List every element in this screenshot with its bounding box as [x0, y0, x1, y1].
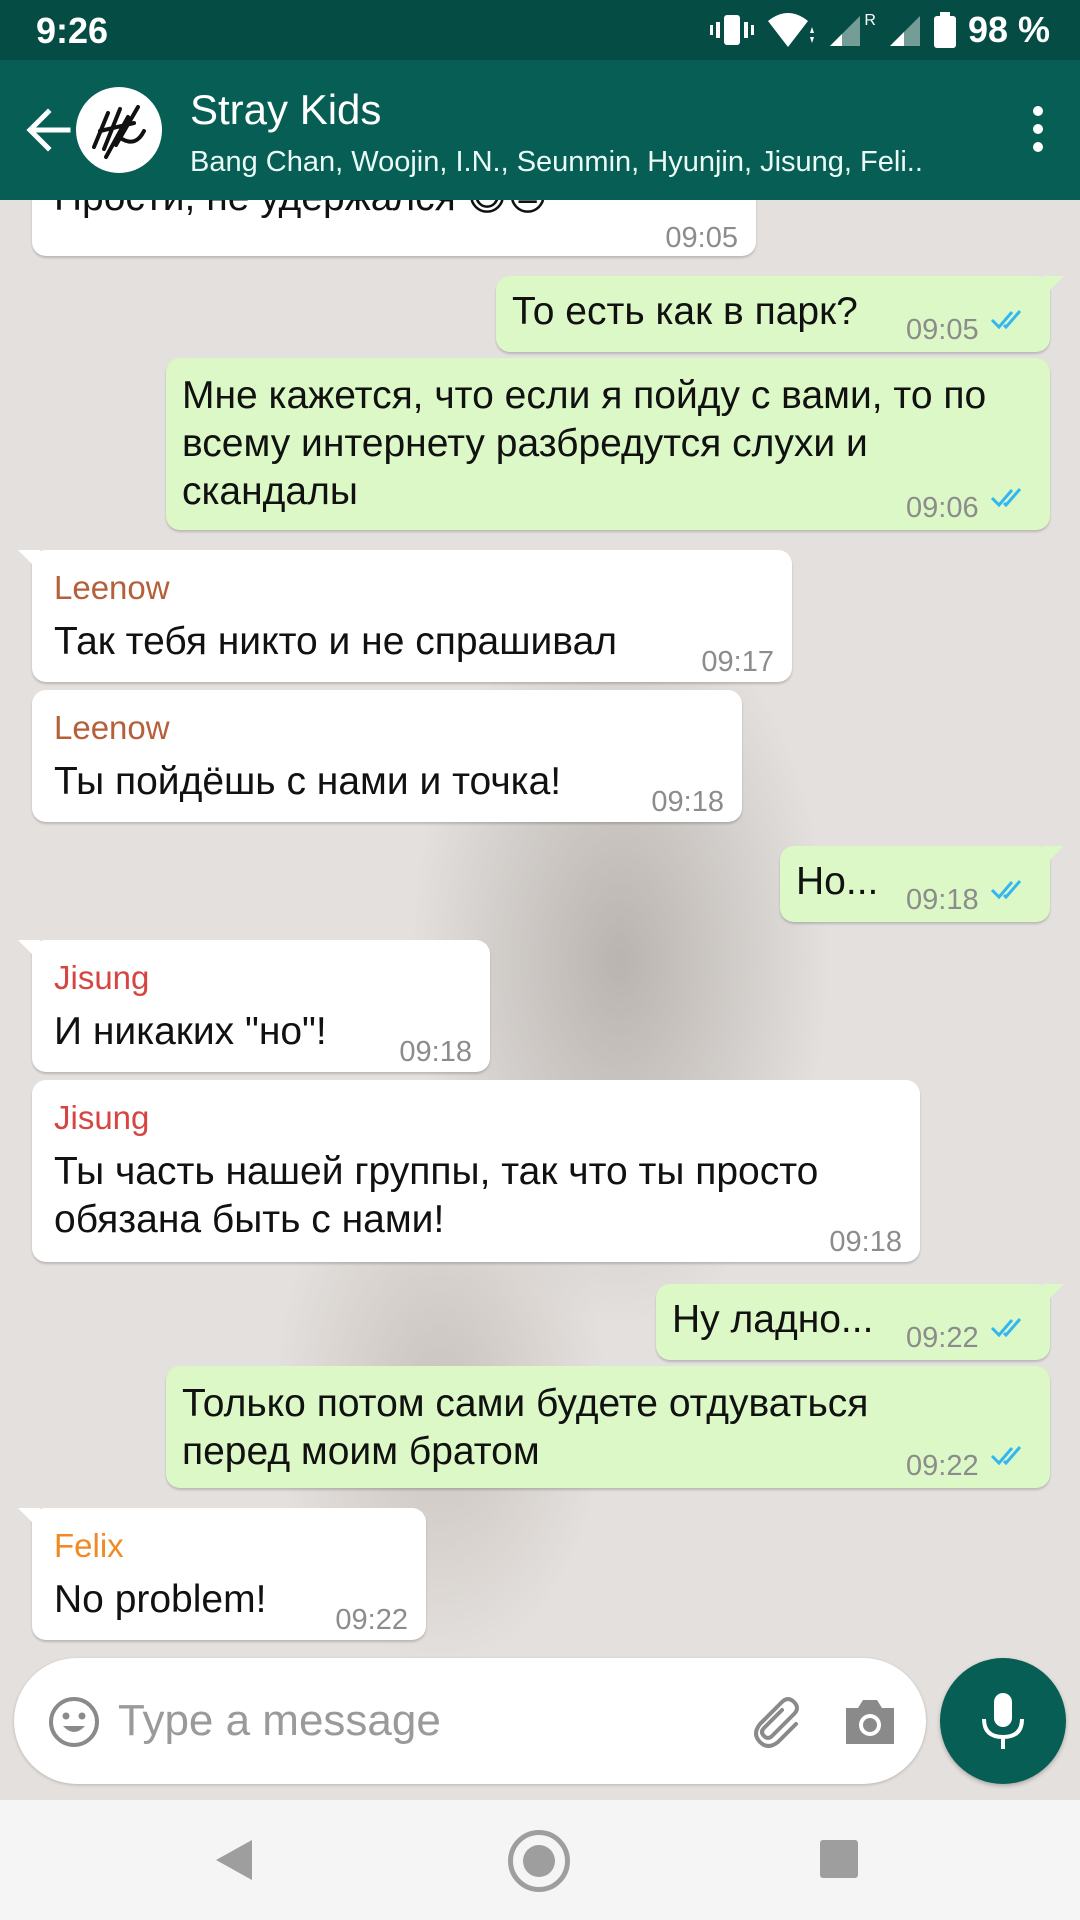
message-bubble[interactable]: Ну ладно... 09:22: [656, 1284, 1064, 1360]
message-sender: Jisung: [54, 1099, 150, 1136]
message-text: Только потом сами будете отдуваться пере…: [182, 1382, 869, 1473]
smiley-icon[interactable]: [48, 1696, 100, 1748]
message-text: Но...: [796, 860, 879, 903]
message-time: 09:18: [829, 1226, 902, 1258]
message-composer[interactable]: Type a message: [14, 1658, 926, 1784]
chat-title[interactable]: Stray Kids: [190, 86, 381, 134]
group-avatar[interactable]: [76, 87, 162, 173]
message-bubble[interactable]: Но... 09:18: [780, 846, 1064, 922]
message-bubble[interactable]: Мне кажется, что если я пойду с вами, то…: [166, 358, 1050, 530]
message-time: 09:22: [906, 1450, 979, 1482]
back-button[interactable]: [18, 100, 78, 160]
message-text: И никаких "но"!: [54, 1010, 327, 1053]
battery-percent: 98 %: [967, 9, 1050, 50]
message-time: 09:18: [651, 786, 724, 818]
message-time: 09:18: [906, 884, 979, 916]
system-nav-bar: [0, 1800, 1080, 1920]
chat-header: Stray Kids Bang Chan, Woojin, I.N., Seun…: [0, 60, 1080, 200]
message-text: Прости, не удержался 😅😓: [54, 200, 548, 222]
message-text: No problem!: [54, 1578, 267, 1621]
message-sender: Leenow: [54, 569, 170, 606]
message-sender: Felix: [54, 1527, 124, 1564]
battery-icon: [933, 12, 956, 48]
read-ticks-icon: [990, 1318, 1022, 1338]
message-bubble[interactable]: Leenow Так тебя никто и не спрашивал 09:…: [18, 550, 792, 682]
signal-icon-2: [889, 16, 920, 46]
arrow-left-icon: [26, 108, 71, 152]
message-time: 09:22: [335, 1604, 408, 1636]
message-text: Так тебя никто и не спрашивал: [54, 620, 618, 663]
nav-back-icon[interactable]: [214, 1838, 254, 1882]
message-bubble[interactable]: То есть как в парк? 09:05: [496, 276, 1064, 352]
message-time: 09:05: [906, 314, 979, 346]
stray-kids-logo: [92, 105, 146, 159]
message-list[interactable]: Прости, не удержался 😅😓 09:05 То есть ка…: [0, 200, 1080, 1660]
read-ticks-icon: [990, 488, 1022, 508]
message-text: Ты пойдёшь с нами и точка!: [54, 760, 562, 803]
message-input[interactable]: Type a message: [118, 1696, 441, 1746]
voice-record-button[interactable]: [940, 1658, 1066, 1784]
message-time: 09:05: [665, 222, 738, 254]
nav-recents-icon[interactable]: [820, 1840, 858, 1878]
status-bar: 9:26 R 98 %: [0, 0, 1080, 60]
message-text: То есть как в парк?: [512, 290, 858, 333]
signal-icon: [830, 16, 861, 46]
message-bubble[interactable]: Прости, не удержался 😅😓 09:05: [32, 200, 756, 256]
vibrate-icon: [710, 15, 755, 45]
message-sender: Jisung: [54, 959, 150, 996]
message-bubble[interactable]: Leenow Ты пойдёшь с нами и точка! 09:18: [32, 690, 742, 822]
overflow-menu-button[interactable]: [1018, 98, 1058, 162]
read-ticks-icon: [990, 880, 1022, 900]
message-bubble[interactable]: Jisung И никаких "но"! 09:18: [18, 940, 490, 1072]
message-text: Мне кажется, что если я пойду с вами, то…: [182, 374, 987, 513]
message-time: 09:18: [399, 1036, 472, 1068]
nav-home-icon[interactable]: [508, 1830, 570, 1892]
message-text: Ну ладно...: [672, 1298, 874, 1341]
message-time: 09:22: [906, 1322, 979, 1354]
wifi-icon: [768, 13, 815, 47]
roaming-indicator: R: [864, 12, 876, 29]
message-bubble[interactable]: Felix No problem! 09:22: [18, 1508, 426, 1640]
chat-participants[interactable]: Bang Chan, Woojin, I.N., Seunmin, Hyunji…: [190, 146, 950, 179]
more-vert-icon: [1018, 106, 1058, 152]
status-time: 9:26: [36, 10, 109, 51]
status-icons: R 98 %: [710, 8, 1050, 52]
message-time: 09:17: [701, 646, 774, 678]
camera-icon[interactable]: [842, 1696, 898, 1748]
message-bubble[interactable]: Jisung Ты часть нашей группы, так что ты…: [32, 1080, 920, 1262]
message-text: Ты часть нашей группы, так что ты просто…: [54, 1150, 819, 1241]
paperclip-icon[interactable]: [752, 1694, 808, 1750]
read-ticks-icon: [990, 310, 1022, 330]
message-sender: Leenow: [54, 709, 170, 746]
microphone-icon: [982, 1693, 1024, 1749]
message-time: 09:06: [906, 492, 979, 524]
read-ticks-icon: [990, 1446, 1022, 1466]
message-bubble[interactable]: Только потом сами будете отдуваться пере…: [166, 1366, 1050, 1488]
